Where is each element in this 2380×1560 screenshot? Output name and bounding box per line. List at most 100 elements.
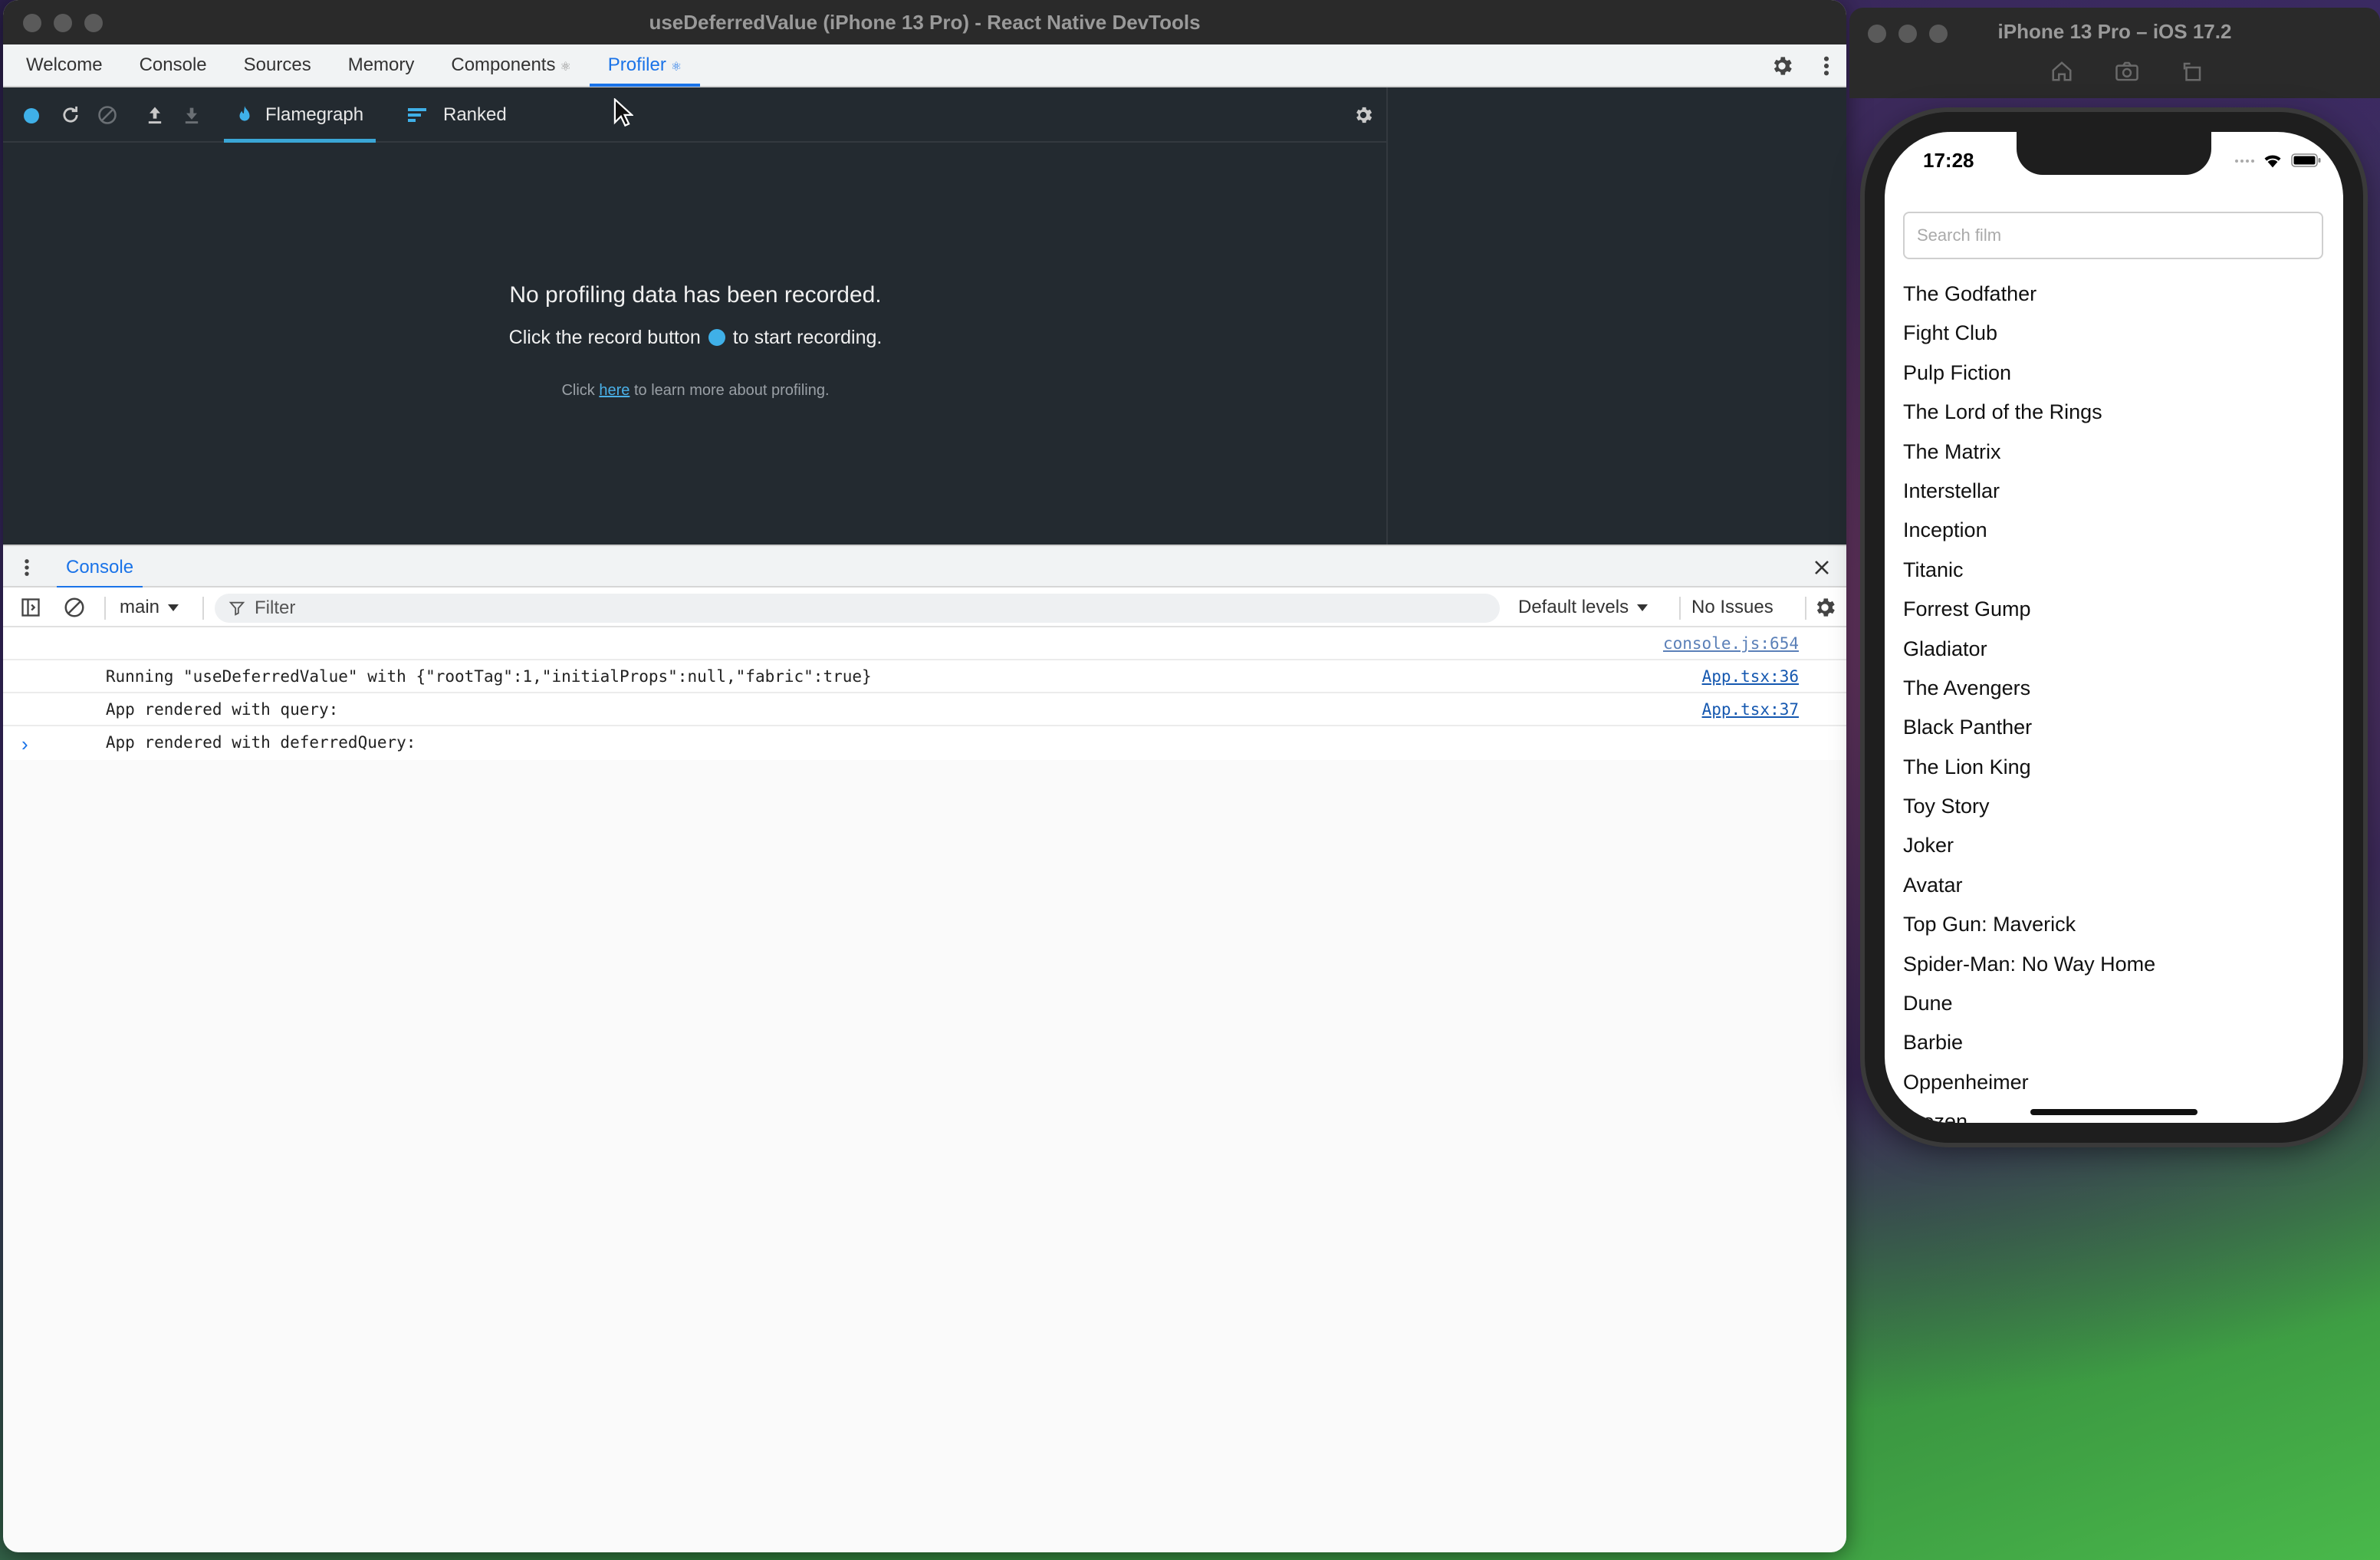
film-item[interactable]: The Godfather xyxy=(1903,275,2332,314)
profiler-panel: Flamegraph Ranked No profiling data has … xyxy=(3,87,1846,545)
tab-profiler-label: Profiler xyxy=(607,54,666,75)
film-item[interactable]: Forrest Gump xyxy=(1903,590,2332,629)
iphone-device-frame: 17:28 The Godfather Fight Club Pulp Fict… xyxy=(1865,112,2363,1143)
close-drawer-icon[interactable] xyxy=(1813,558,1831,577)
cellular-signal-icon xyxy=(2235,160,2254,163)
film-item[interactable]: Fight Club xyxy=(1903,314,2332,353)
context-selector[interactable]: main xyxy=(120,587,179,627)
search-film-input[interactable] xyxy=(1903,212,2323,259)
console-prompt-input[interactable]: › xyxy=(3,726,1846,760)
film-item[interactable]: Inception xyxy=(1903,511,2332,550)
learn-before: Click xyxy=(561,382,595,399)
tab-components-label: Components xyxy=(451,54,556,75)
film-item[interactable]: The Avengers xyxy=(1903,669,2332,708)
sidebar-toggle-icon[interactable] xyxy=(20,587,41,627)
tab-ranked[interactable]: Ranked xyxy=(402,87,513,143)
learn-more-line: Click here to learn more about profiling… xyxy=(3,382,1388,400)
react-icon: ⚛ xyxy=(560,61,571,74)
log-levels-label: Default levels xyxy=(1518,597,1629,617)
tab-components[interactable]: Components ⚛ xyxy=(432,44,589,87)
film-item[interactable]: The Lord of the Rings xyxy=(1903,393,2332,432)
home-indicator[interactable] xyxy=(2030,1109,2198,1115)
record-hint-after: to start recording. xyxy=(732,327,883,348)
profiler-main-area: Flamegraph Ranked No profiling data has … xyxy=(3,87,1388,545)
tab-profiler[interactable]: Profiler ⚛ xyxy=(589,44,701,87)
more-options-icon[interactable] xyxy=(1822,54,1831,78)
window-controls xyxy=(23,14,103,32)
minimize-window-button[interactable] xyxy=(54,14,72,32)
status-bar-icons xyxy=(2234,152,2322,169)
console-message-source-link[interactable]: App.tsx:36 xyxy=(1702,660,1799,693)
film-item[interactable]: Toy Story xyxy=(1903,787,2332,826)
tab-memory[interactable]: Memory xyxy=(330,44,433,87)
film-item[interactable]: Joker xyxy=(1903,826,2332,865)
tab-console[interactable]: Console xyxy=(121,44,225,87)
drawer-menu-icon[interactable] xyxy=(23,557,31,578)
battery-icon xyxy=(2291,153,2321,167)
film-item[interactable]: Dune xyxy=(1903,984,2332,1023)
clear-console-icon[interactable] xyxy=(63,587,86,627)
film-item[interactable]: Barbie xyxy=(1903,1023,2332,1062)
home-icon[interactable] xyxy=(2050,60,2073,83)
console-message: Running "useDeferredValue" with {"rootTa… xyxy=(3,627,1846,686)
screenshot-camera-icon[interactable] xyxy=(2115,60,2139,83)
devtools-main-tabs: Welcome Console Sources Memory Component… xyxy=(3,44,1846,87)
learn-after: to learn more about profiling. xyxy=(633,382,830,399)
console-settings-icon[interactable] xyxy=(1813,587,1837,627)
tab-flamegraph[interactable]: Flamegraph xyxy=(224,87,376,143)
load-profile-icon[interactable] xyxy=(144,104,166,130)
mouse-cursor-icon xyxy=(613,98,633,127)
film-item[interactable]: Titanic xyxy=(1903,551,2332,590)
context-label: main xyxy=(120,597,160,617)
devtools-titlebar: useDeferredValue (iPhone 13 Pro) - React… xyxy=(3,0,1846,44)
console-message: App rendered with deferredQuery: App.tsx… xyxy=(3,693,1846,752)
devtools-window: useDeferredValue (iPhone 13 Pro) - React… xyxy=(3,0,1846,1552)
film-list: The Godfather Fight Club Pulp Fiction Th… xyxy=(1903,275,2332,1123)
zoom-window-button[interactable] xyxy=(84,14,103,32)
film-item[interactable]: Gladiator xyxy=(1903,630,2332,669)
flamegraph-label: Flamegraph xyxy=(265,104,364,125)
ranked-label: Ranked xyxy=(443,104,507,125)
log-levels-dropdown[interactable]: Default levels xyxy=(1518,587,1649,627)
console-filter-input[interactable]: Filter xyxy=(215,594,1500,623)
film-item[interactable]: Pulp Fiction xyxy=(1903,354,2332,393)
filter-placeholder: Filter xyxy=(255,597,296,618)
console-message-source-link[interactable]: App.tsx:37 xyxy=(1702,693,1799,726)
settings-gear-icon[interactable] xyxy=(1770,54,1794,78)
save-profile-icon[interactable] xyxy=(181,104,202,130)
wifi-icon xyxy=(2264,155,2281,168)
reload-and-profile-icon[interactable] xyxy=(60,104,81,130)
main-tabs-actions xyxy=(1770,44,1831,87)
film-item[interactable]: Avatar xyxy=(1903,866,2332,905)
film-item[interactable]: Interstellar xyxy=(1903,472,2332,511)
toolbar-divider xyxy=(1679,597,1681,620)
record-button-icon[interactable] xyxy=(23,107,40,128)
console-message-source-link[interactable]: console.js:654 xyxy=(1663,627,1799,660)
toolbar-divider xyxy=(202,597,204,620)
rotate-device-icon[interactable] xyxy=(2181,60,2204,83)
dropdown-arrow-icon xyxy=(1637,604,1649,611)
profiler-settings-icon[interactable] xyxy=(1353,104,1374,130)
simulator-title: iPhone 13 Pro – iOS 17.2 xyxy=(1997,20,2232,43)
film-item[interactable]: The Lion King xyxy=(1903,748,2332,787)
tab-sources[interactable]: Sources xyxy=(225,44,330,87)
clear-profiling-icon[interactable] xyxy=(97,104,118,130)
tab-welcome-label: Welcome xyxy=(26,54,103,75)
tab-welcome[interactable]: Welcome xyxy=(8,44,121,87)
react-icon: ⚛ xyxy=(670,61,682,74)
film-item[interactable]: The Matrix xyxy=(1903,433,2332,472)
issues-button[interactable]: No Issues xyxy=(1691,587,1773,627)
close-window-button[interactable] xyxy=(23,14,41,32)
learn-more-link[interactable]: here xyxy=(599,382,630,399)
toolbar-divider xyxy=(1805,597,1806,620)
drawer-tab-console[interactable]: Console xyxy=(57,546,143,589)
film-item[interactable]: Top Gun: Maverick xyxy=(1903,905,2332,944)
record-hint: Click the record button to start recordin… xyxy=(3,327,1388,349)
tab-sources-label: Sources xyxy=(243,54,311,75)
toolbar-divider xyxy=(104,597,106,620)
film-item[interactable]: Black Panther xyxy=(1903,708,2332,747)
film-item[interactable]: Spider-Man: No Way Home xyxy=(1903,945,2332,984)
drawer-header: Console xyxy=(3,545,1846,589)
film-item[interactable]: Oppenheimer xyxy=(1903,1063,2332,1102)
tab-console-label: Console xyxy=(139,54,207,75)
